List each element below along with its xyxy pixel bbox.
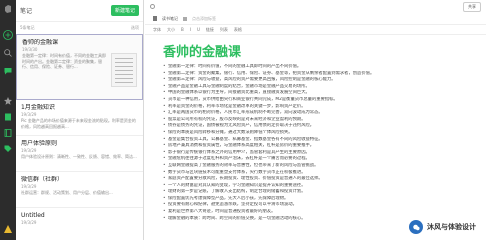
format-toolbar: 字体 大小 B I U 链接 列表 表格: [145, 25, 486, 35]
search-icon[interactable]: [3, 48, 13, 58]
bullet-line: 数字货币与区块链技术可能重塑支付体系，央行数字货币正在积极推进。: [163, 170, 464, 177]
editor-top-bar: 共享: [145, 0, 486, 13]
tag-input[interactable]: 点击添加标签: [192, 16, 216, 22]
note-count-row: 5条笔记 选项: [16, 22, 143, 34]
bullet-line: 股票是公司所有权的凭证，股市反映的是对未来经济和企业盈利的预期。: [163, 117, 464, 124]
bullet-line: 金融第三定律：风险与收益，高风险的资产需要更高回报，风险控制是金融的核心能力。: [163, 77, 464, 84]
bullet-line: 金融第二定律：资金的聚集，银行、信用、保险、证券、基金等，把资金从剩余者配置到需…: [163, 71, 464, 78]
account-icon[interactable]: [3, 224, 13, 234]
note-card[interactable]: 1月金融知识 19/3/29 Pic 金融产品的市场价值来源于未来现金流的贴现。…: [16, 100, 143, 136]
bullet-line: 利率是资金的价格，利率市场化是金融改革的关键一步，影响资产定价。: [163, 104, 464, 111]
note-card-title: 1月金融知识: [21, 104, 55, 111]
note-list-title: 笔记: [20, 8, 33, 15]
note-card-title: Untitled: [21, 212, 45, 219]
tags-icon[interactable]: [3, 144, 13, 154]
italic-button[interactable]: I: [190, 27, 191, 32]
note-card-title: 微信群（社群）: [21, 176, 64, 183]
work-chat-icon[interactable]: [3, 66, 13, 76]
watermark: 沐风与体验设计: [409, 220, 476, 234]
note-card-snippet: Pic 金融产品的市场价值来源于未来现金流的贴现。利率是资金的价格，风险越高回报…: [21, 118, 136, 129]
note-card-date: 19/3/29: [21, 220, 37, 225]
note-thumbnail: [111, 53, 137, 87]
note-card-title: 用户体验原则: [21, 140, 58, 147]
notebook-icon: [153, 16, 157, 21]
bullet-line: 金融危机往往源于过度杠杆和资产泡沫，去杠杆是一个痛苦而必要的过程。: [163, 156, 464, 163]
new-note-button[interactable]: 新建笔记: [110, 5, 139, 16]
note-card-title: 香帅的金融课: [22, 39, 59, 46]
note-title[interactable]: 香帅的金融课: [145, 35, 486, 64]
watermark-text: 沐风与体验设计: [427, 223, 476, 231]
tag-icon: [183, 16, 187, 21]
bullet-line: 基金是集合投资工具，公募基金、私募基金、指数基金各有不同的风险收益特征。: [163, 137, 464, 144]
sort-options[interactable]: 选项: [131, 25, 139, 31]
note-card-selected[interactable]: 香帅的金融课 19/3/30 金融第一定律：时间有价值，不同的金融工具即时间的产…: [16, 34, 143, 100]
notebook-selector[interactable]: 读书笔记: [162, 16, 178, 22]
share-button[interactable]: 共享: [463, 1, 481, 12]
evernote-logo-icon[interactable]: [3, 4, 13, 14]
bullet-line: 债券是债务的凭证，国债被视为无风险资产，信用债的定价取决于违约风险。: [163, 123, 464, 130]
note-card-snippet: 社群运营：群规、活动策划、用户分层、价值输出...: [21, 190, 113, 195]
wechat-logo-icon: [409, 220, 423, 234]
note-card-snippet: 金融第一定律：时间有价值，不同的金融工具即时间的产出。金融第二定律：资金的聚集，…: [22, 53, 106, 69]
bold-button[interactable]: B: [181, 27, 184, 32]
notebooks-icon[interactable]: [3, 128, 13, 138]
link-button[interactable]: 链接: [206, 27, 214, 33]
underline-button[interactable]: U: [197, 27, 200, 32]
note-list-header: 笔记 新建笔记: [16, 0, 143, 22]
notebook-bar: 读书笔记 点击添加标签: [145, 13, 486, 25]
shortcuts-icon[interactable]: [3, 96, 13, 106]
note-body[interactable]: 金融第一定律：时间有价值，不同的金融工具即时间的产出不同价值。 金融第二定律：资…: [145, 64, 486, 222]
bullet-line: 汇率是两国货币的相对价格，人民币汇率形成机制不断完善，双向波动成为常态。: [163, 110, 464, 117]
notes-icon[interactable]: [3, 112, 13, 122]
note-card[interactable]: Untitled 19/3/29: [16, 208, 143, 240]
bullet-line: 保险配置优先考虑保障型产品，先大人后小孩，先保障后理财。: [163, 196, 464, 203]
bullet-line: 理财的第一步是记账，了解收入支出结构，制定合理的储蓄和投资计划。: [163, 189, 464, 196]
bullet-line: 房地产兼具消费和投资属性，与金融体系高度相关，杠杆是房价的重要推手。: [163, 143, 464, 150]
bullet-line: 保险的本质是风险转移和分摊，通过大数法则降低个体风险损失。: [163, 130, 464, 137]
new-note-icon[interactable]: [3, 30, 13, 40]
note-card[interactable]: 微信群（社群） 19/3/29 社群运营：群规、活动策划、用户分层、价值输出..…: [16, 172, 143, 208]
note-list-panel: 笔记 新建笔记 5条笔记 选项 香帅的金融课 19/3/30 金融第一定律：时间…: [16, 0, 144, 240]
bullet-line: 影子银行是传统银行体系之外的信用中介，监管套利是其产生的主要原因。: [163, 150, 464, 157]
bullet-line: 金融产品是金融工具与金融制度的结合，金融市场是金融产品交易的场所。: [163, 84, 464, 91]
bullet-line: 复利是世界第八大奇迹，时间是普通投资者最好的朋友。: [163, 209, 464, 216]
bullet-line: 互联网金融提高了金融服务的效率与普惠性，但也带来了新的风险与监管挑战。: [163, 163, 464, 170]
note-count: 5条笔记: [20, 25, 35, 30]
sidebar-rail: [0, 0, 16, 240]
bullet-line: 货币是一种信用，货币供给由央行和商业银行共同完成，M2是衡量货币总量的重要指标。: [163, 97, 464, 104]
bullet-line: 中国的金融体系以银行为主导，间接融资比重高，直接融资发展空间巨大。: [163, 90, 464, 97]
note-card[interactable]: 用户体验原则 19/3/29 用户体验设计原则：清晰性、一致性、反馈、容错、效率…: [16, 136, 143, 172]
note-editor: 共享 读书笔记 点击添加标签 字体 大小 B I U 链接 列表 表格 香帅的金…: [145, 0, 486, 240]
bullet-line: 投资要有耐心和纪律，避免追涨杀跌，坚持定投可以平滑市场波动。: [163, 202, 464, 209]
bullet-line: 金融第一定律：时间有价值，不同的金融工具即时间的产出不同价值。: [163, 64, 464, 71]
bullet-line: 一个人的财富是对其认知的变现，学习金融知识是提升认知的重要途径。: [163, 183, 464, 190]
info-icon[interactable]: [150, 4, 155, 9]
font-button[interactable]: 字体: [153, 27, 161, 33]
size-button[interactable]: 大小: [167, 27, 175, 33]
note-card-snippet: 用户体验设计原则：清晰性、一致性、反馈、容错、效率、简洁...: [21, 154, 137, 159]
list-button[interactable]: 列表: [220, 27, 228, 33]
table-button[interactable]: 表格: [234, 27, 242, 33]
bullet-line: 家庭资产配置要分散风险，长期投资、理性投资、价值投资是普通人的最佳选择。: [163, 176, 464, 183]
